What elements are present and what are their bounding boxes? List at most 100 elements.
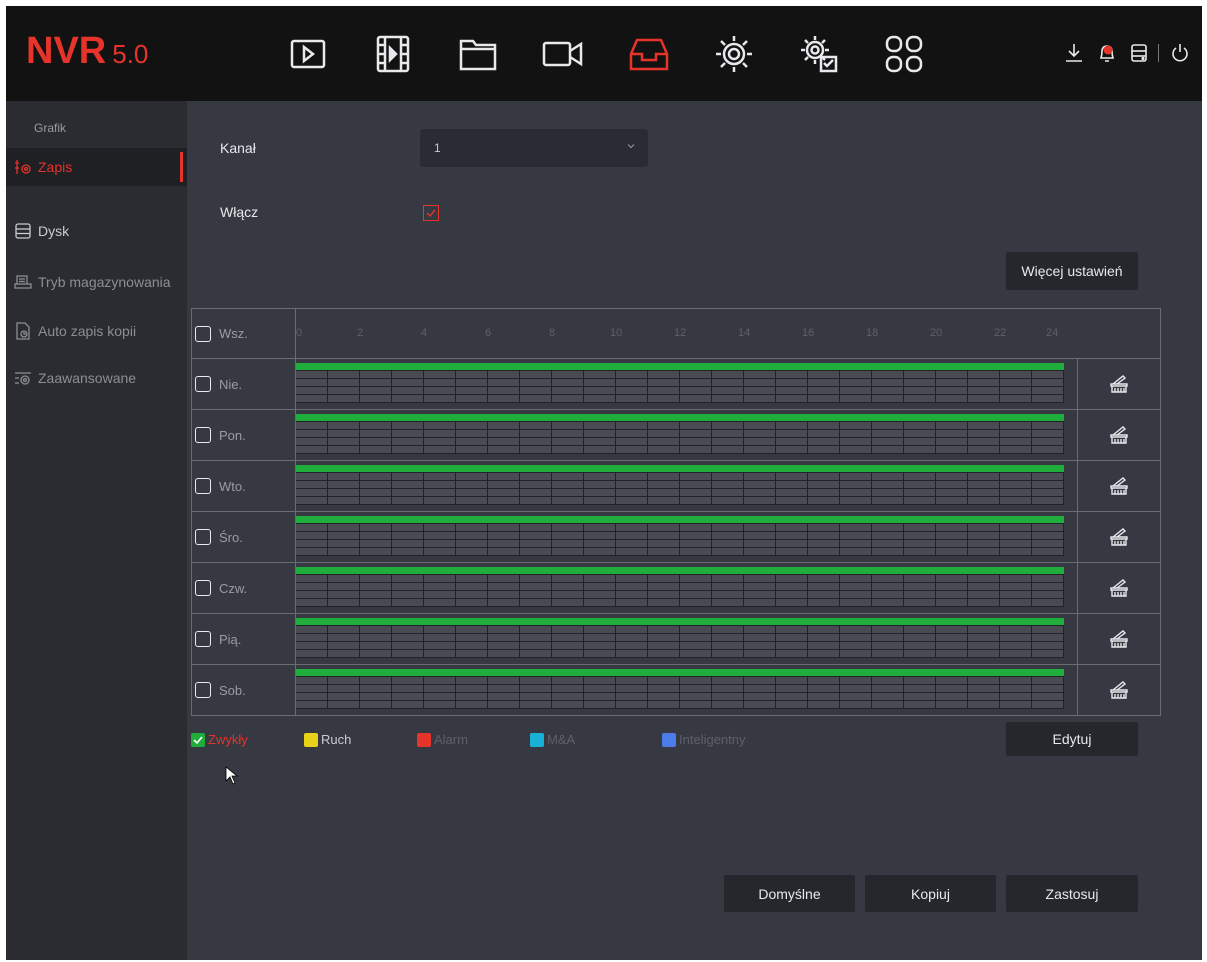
copy-button[interactable]: Kopiuj (865, 875, 996, 912)
checkmark-icon (193, 735, 203, 744)
day-label: Pon. (219, 427, 246, 443)
schedule-day-row: Śro. (191, 511, 1161, 563)
day-checkbox[interactable] (195, 376, 211, 392)
sidebar-item-label: Zapis (38, 159, 73, 175)
legend-label: Zwykły (208, 732, 248, 747)
clear-day-button[interactable] (1077, 359, 1160, 409)
hour-tick: 14 (738, 327, 751, 339)
eraser-icon (1110, 375, 1128, 393)
day-cell: Śro. (192, 512, 295, 562)
schedule-day-row: Nie. (191, 358, 1161, 410)
auto-backup-icon (14, 322, 32, 340)
select-all-label: Wsz. (219, 326, 248, 341)
download-icon[interactable] (1063, 42, 1085, 64)
record-segment (296, 567, 1064, 574)
hour-tick: 12 (674, 327, 687, 339)
eraser-icon (1110, 630, 1128, 648)
hour-tick: 16 (802, 327, 815, 339)
sidebar-item-zaawansowane[interactable]: Zaawansowane (6, 359, 187, 397)
advanced-icon (14, 369, 32, 387)
schedule-day-row: Sob. (191, 664, 1161, 716)
settings-icon[interactable] (712, 32, 756, 76)
day-label: Śro. (219, 529, 243, 545)
sidebar-item-auto-zapis-kopii[interactable]: Auto zapis kopii (6, 312, 187, 350)
logo-version: 5.0 (112, 39, 149, 69)
record-segment (296, 363, 1064, 370)
legend-zwykly[interactable]: Zwykły (191, 732, 248, 747)
day-timeline[interactable] (295, 614, 1077, 664)
toolbar-divider (1158, 44, 1159, 62)
clear-day-button[interactable] (1077, 512, 1160, 562)
day-checkbox[interactable] (195, 631, 211, 647)
alarm-bell-icon[interactable] (1096, 42, 1118, 64)
legend-ma[interactable]: M&A (530, 732, 575, 747)
sidebar-item-dysk[interactable]: Dysk (6, 212, 187, 250)
clear-day-button[interactable] (1077, 563, 1160, 613)
hour-tick: 10 (610, 327, 623, 339)
video-clip-icon[interactable] (371, 32, 415, 76)
day-checkbox[interactable] (195, 529, 211, 545)
day-label: Nie. (219, 376, 243, 392)
clear-day-button[interactable] (1077, 410, 1160, 460)
record-segment (296, 414, 1064, 421)
clear-day-button[interactable] (1077, 665, 1160, 715)
sidebar-item-label: Tryb magazynowania (38, 274, 171, 290)
legend-label: Alarm (434, 732, 468, 747)
legend-alarm[interactable]: Alarm (417, 732, 468, 747)
day-label: Wto. (219, 478, 246, 494)
legend-swatch (662, 732, 676, 747)
advanced-settings-icon[interactable] (797, 32, 841, 76)
record-segment (296, 618, 1064, 625)
select-all-checkbox[interactable] (195, 325, 211, 342)
enable-checkbox[interactable] (423, 205, 439, 221)
day-timeline[interactable] (295, 512, 1077, 562)
record-segment (296, 516, 1064, 523)
eraser-icon (1110, 477, 1128, 495)
eraser-icon (1110, 681, 1128, 699)
day-cell: Wto. (192, 461, 295, 511)
hour-tick: 8 (549, 327, 556, 339)
day-cell: Sob. (192, 665, 295, 715)
day-checkbox[interactable] (195, 427, 211, 443)
sidebar-item-tryb-magazynowania[interactable]: Tryb magazynowania (6, 263, 187, 301)
schedule-table: Wsz. 0 2 4 6 8 10 12 14 16 18 20 22 24 N… (191, 308, 1161, 716)
channel-select[interactable]: 1 (420, 129, 648, 167)
sidebar-item-zapis[interactable]: Zapis (6, 148, 187, 186)
day-timeline[interactable] (295, 359, 1077, 409)
more-settings-button[interactable]: Więcej ustawień (1006, 252, 1138, 290)
apply-button[interactable]: Zastosuj (1006, 875, 1138, 912)
legend-inteligentny[interactable]: Inteligentny (662, 732, 746, 747)
day-checkbox[interactable] (195, 580, 211, 596)
day-checkbox[interactable] (195, 682, 211, 698)
hour-tick: 20 (930, 327, 943, 339)
record-segment (296, 465, 1064, 472)
day-checkbox[interactable] (195, 478, 211, 494)
day-timeline[interactable] (295, 563, 1077, 613)
clear-day-button[interactable] (1077, 461, 1160, 511)
sidebar-item-label: Dysk (38, 223, 70, 239)
sidebar-header: Grafik (34, 121, 67, 135)
power-icon[interactable] (1169, 42, 1191, 64)
camera-icon[interactable] (541, 32, 585, 76)
schedule-header-row: Wsz. 0 2 4 6 8 10 12 14 16 18 20 22 24 (191, 308, 1161, 359)
storage-icon[interactable] (627, 32, 671, 76)
day-timeline[interactable] (295, 665, 1077, 715)
day-label: Sob. (219, 682, 246, 698)
mouse-cursor-icon (225, 766, 239, 785)
day-cell: Czw. (192, 563, 295, 613)
playback-icon[interactable] (286, 32, 330, 76)
day-cell: Pią. (192, 614, 295, 664)
apps-icon[interactable] (882, 32, 926, 76)
edit-button[interactable]: Edytuj (1006, 722, 1138, 756)
day-timeline[interactable] (295, 461, 1077, 511)
hdd-icon[interactable] (1128, 42, 1150, 64)
legend-ruch[interactable]: Ruch (304, 732, 351, 747)
chevron-down-icon (627, 144, 635, 149)
clear-day-button[interactable] (1077, 614, 1160, 664)
folder-icon[interactable] (456, 32, 500, 76)
day-timeline[interactable] (295, 410, 1077, 460)
default-button[interactable]: Domyślne (724, 875, 855, 912)
day-cell: Nie. (192, 359, 295, 409)
schedule-day-row: Wto. (191, 460, 1161, 512)
day-label: Czw. (219, 580, 248, 596)
